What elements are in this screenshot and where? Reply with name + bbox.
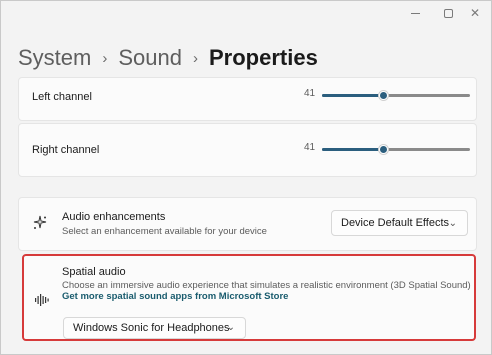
slider-thumb-dot (380, 92, 387, 99)
right-channel-slider[interactable]: 41 (304, 141, 470, 157)
left-channel-slider[interactable]: 41 (304, 87, 470, 103)
maximize-icon (443, 8, 453, 18)
left-channel-label: Left channel (32, 91, 92, 103)
chevron-down-icon: ⌄ (226, 322, 235, 333)
audio-enhancements-subtitle: Select an enhancement available for your… (62, 226, 267, 237)
close-icon: ✕ (469, 6, 481, 20)
slider-fill (322, 94, 383, 97)
slider-thumb[interactable] (378, 90, 389, 101)
title-bar: ✕ (1, 1, 491, 25)
settings-window: ✕ System › Sound › Properties Left chann… (0, 0, 492, 355)
breadcrumb-item-system[interactable]: System (18, 45, 91, 71)
minimize-button[interactable] (397, 1, 433, 25)
sparkle-icon (32, 215, 48, 231)
slider-track[interactable] (322, 90, 470, 101)
right-channel-value: 41 (304, 142, 316, 153)
audio-enhancements-dropdown[interactable]: Device Default Effects ⌄ (331, 210, 468, 236)
slider-fill (322, 148, 383, 151)
right-channel-card: Right channel 41 (18, 123, 477, 177)
spatial-audio-subtitle: Choose an immersive audio experience tha… (62, 280, 471, 291)
microsoft-store-link[interactable]: Get more spatial sound apps from Microso… (62, 291, 288, 302)
chevron-down-icon: ⌄ (448, 218, 457, 229)
breadcrumb-separator: › (192, 49, 198, 67)
sound-waves-icon (34, 293, 50, 307)
slider-thumb-dot (380, 146, 387, 153)
spatial-audio-selected: Windows Sonic for Headphones (73, 322, 230, 334)
minimize-icon (410, 12, 420, 14)
breadcrumb: System › Sound › Properties (18, 41, 318, 75)
spatial-audio-card: Spatial audio Choose an immersive audio … (22, 254, 476, 341)
breadcrumb-item-sound[interactable]: Sound (118, 45, 182, 71)
audio-enhancements-title: Audio enhancements (62, 211, 166, 223)
right-channel-label: Right channel (32, 144, 100, 156)
breadcrumb-separator: › (102, 49, 108, 67)
left-channel-card: Left channel 41 (18, 77, 477, 121)
spatial-audio-title: Spatial audio (62, 266, 126, 278)
left-channel-value: 41 (304, 88, 316, 99)
audio-enhancements-selected: Device Default Effects (341, 217, 450, 229)
slider-thumb[interactable] (378, 144, 389, 155)
spatial-audio-dropdown[interactable]: Windows Sonic for Headphones ⌄ (63, 317, 246, 339)
slider-track[interactable] (322, 144, 470, 155)
audio-enhancements-card: Audio enhancements Select an enhancement… (18, 197, 477, 251)
page-title: Properties (208, 45, 318, 70)
close-button[interactable]: ✕ (457, 1, 492, 25)
